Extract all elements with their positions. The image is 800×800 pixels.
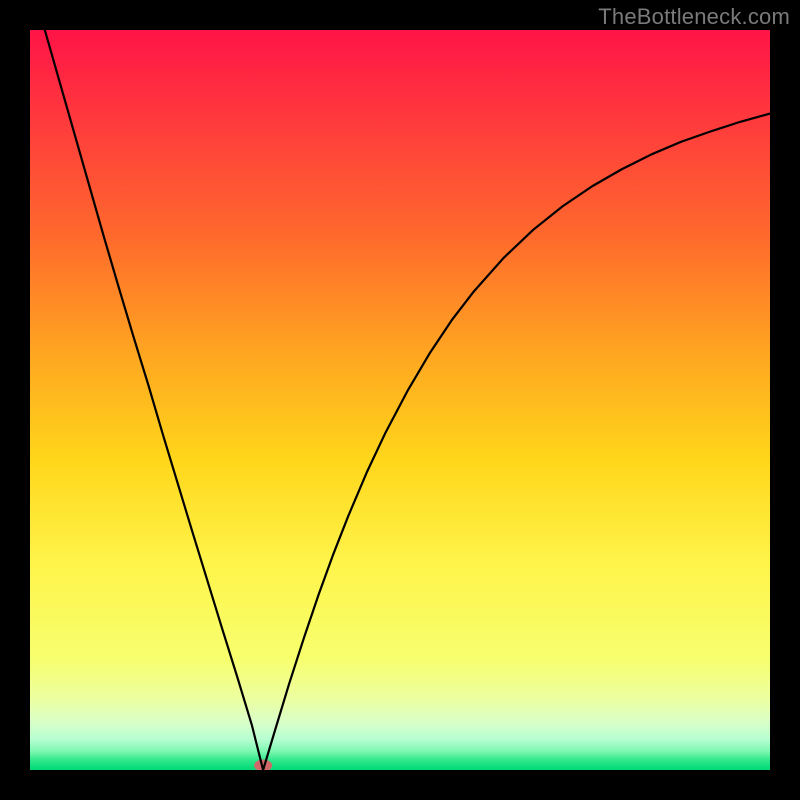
chart-svg — [30, 30, 770, 770]
plot-area — [30, 30, 770, 770]
watermark-text: TheBottleneck.com — [598, 4, 790, 30]
gradient-background — [30, 30, 770, 770]
chart-container: TheBottleneck.com — [0, 0, 800, 800]
